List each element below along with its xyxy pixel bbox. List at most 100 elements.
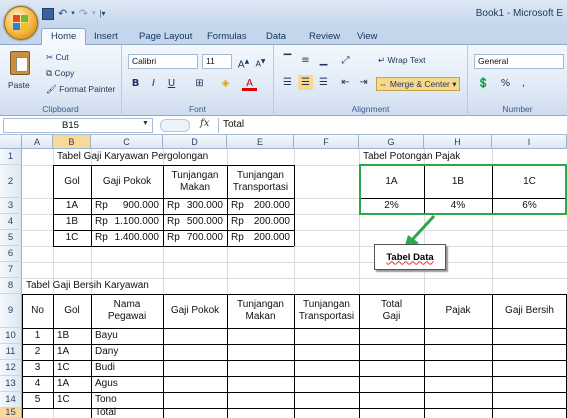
paste-label: Paste xyxy=(8,80,30,90)
row-header-14[interactable]: 14 xyxy=(0,392,22,408)
paste-button[interactable]: Paste xyxy=(6,49,36,99)
format-painter-button[interactable]: 🖌 Format Painter xyxy=(46,83,115,95)
formula-expand-icon[interactable] xyxy=(160,119,190,132)
merge-center-label: Merge & Center xyxy=(389,79,450,89)
col-header-h[interactable]: H xyxy=(424,135,492,149)
select-all-corner[interactable] xyxy=(0,135,22,149)
row-header-8[interactable]: 8 xyxy=(0,278,22,294)
currency-label: Rp xyxy=(231,200,244,211)
col-header-i[interactable]: I xyxy=(492,135,567,149)
t2-gol: 1A xyxy=(57,378,70,389)
pajak-table-title: Tabel Potongan Pajak xyxy=(363,151,461,162)
wrap-text-button[interactable]: ↵ Wrap Text xyxy=(378,54,425,66)
tab-view[interactable]: View xyxy=(357,29,377,45)
underline-button[interactable]: U xyxy=(164,76,179,91)
shrink-font-icon[interactable]: A▼ xyxy=(253,54,268,69)
row-header-1[interactable]: 1 xyxy=(0,149,22,165)
row-header-11[interactable]: 11 xyxy=(0,344,22,360)
row-header-13[interactable]: 13 xyxy=(0,376,22,392)
tab-page-layout[interactable]: Page Layout xyxy=(139,29,192,45)
row-header-3[interactable]: 3 xyxy=(0,198,22,214)
pajak-value: 6% xyxy=(522,200,537,211)
row-header-2[interactable]: 2 xyxy=(0,165,22,198)
t2-header-total: Total Gaji xyxy=(380,299,403,322)
italic-button[interactable]: I xyxy=(146,76,161,91)
format-painter-label: Format Painter xyxy=(59,84,116,94)
currency-label: Rp xyxy=(231,232,244,243)
undo-dropdown-icon[interactable]: ▾ xyxy=(71,8,75,20)
t2-no: 4 xyxy=(34,378,41,389)
font-size-select[interactable]: 11 xyxy=(202,54,232,69)
row-header-4[interactable]: 4 xyxy=(0,214,22,230)
t2-header-gaji: Gaji Pokok xyxy=(170,305,220,316)
formula-input[interactable]: Total xyxy=(218,118,567,133)
currency-label: Rp xyxy=(95,232,108,243)
align-center-icon[interactable]: ☰ xyxy=(298,75,313,90)
font-color-icon[interactable]: A xyxy=(242,76,257,91)
amount: 700.000 xyxy=(186,232,223,243)
pajak-header: 1C xyxy=(523,175,536,187)
amount: 1.100.000 xyxy=(114,216,160,227)
office-logo-icon xyxy=(13,15,29,31)
comma-style-icon[interactable]: , xyxy=(516,76,531,91)
orientation-icon[interactable]: ⤢ xyxy=(338,53,353,68)
number-format-select[interactable]: General xyxy=(474,54,564,69)
worksheet-grid[interactable]: A B C D E F G H I 1 2 3 4 5 6 7 8 9 10 1… xyxy=(0,135,567,418)
t1-trans: Rp 200.000 xyxy=(227,230,294,246)
insert-function-button[interactable]: fx xyxy=(200,118,209,129)
decrease-indent-icon[interactable]: ⇤ xyxy=(338,75,353,90)
name-box[interactable]: B15 xyxy=(3,118,153,133)
clipboard-group-label: Clipboard xyxy=(42,104,79,114)
redo-icon[interactable]: ↷ xyxy=(79,8,88,20)
align-left-icon[interactable]: ☰ xyxy=(280,75,295,90)
row-header-9[interactable]: 9 xyxy=(0,294,22,328)
clipboard-group: Paste ✂ Cut ⧉ Copy 🖌 Format Painter Clip… xyxy=(0,45,122,116)
undo-icon[interactable]: ↶ xyxy=(58,8,67,20)
col-header-c[interactable]: C xyxy=(91,135,163,149)
customize-qat-icon[interactable]: |▾ xyxy=(99,8,105,20)
col-header-d[interactable]: D xyxy=(163,135,227,149)
increase-indent-icon[interactable]: ⇥ xyxy=(356,75,371,90)
col-header-f[interactable]: F xyxy=(294,135,359,149)
copy-button[interactable]: ⧉ Copy xyxy=(46,67,74,79)
row-header-12[interactable]: 12 xyxy=(0,360,22,376)
fill-color-icon[interactable]: ◈ xyxy=(218,76,233,91)
tab-review[interactable]: Review xyxy=(309,29,340,45)
row-header-7[interactable]: 7 xyxy=(0,262,22,278)
align-right-icon[interactable]: ☰ xyxy=(316,75,331,90)
row-header-5[interactable]: 5 xyxy=(0,230,22,246)
tab-data[interactable]: Data xyxy=(266,29,286,45)
col-header-g[interactable]: G xyxy=(359,135,424,149)
name-box-dropdown-icon[interactable]: ▼ xyxy=(142,120,149,127)
redo-dropdown-icon[interactable]: ▾ xyxy=(92,8,96,20)
tabel-data-callout[interactable]: Tabel Data xyxy=(374,244,446,270)
grow-font-icon[interactable]: A▲ xyxy=(236,54,251,70)
row-header-6[interactable]: 6 xyxy=(0,246,22,262)
bold-button[interactable]: B xyxy=(128,76,143,91)
col-header-e[interactable]: E xyxy=(227,135,294,149)
align-top-icon[interactable]: ▔ xyxy=(280,53,295,68)
merge-center-button[interactable]: ⇔ Merge & Center ▾ xyxy=(376,77,460,91)
borders-icon[interactable]: ⊞ xyxy=(192,76,207,91)
save-icon[interactable] xyxy=(42,8,54,20)
t2-nama: Dany xyxy=(95,346,119,357)
percent-button[interactable]: % xyxy=(498,76,513,91)
row-header-15[interactable]: 15 xyxy=(0,407,22,418)
font-name-select[interactable]: Calibri xyxy=(128,54,198,69)
office-button[interactable] xyxy=(4,6,38,40)
tab-home[interactable]: Home xyxy=(41,28,87,46)
cut-button[interactable]: ✂ Cut xyxy=(46,51,69,63)
tab-insert[interactable]: Insert xyxy=(94,29,118,45)
align-middle-icon[interactable]: ≡ xyxy=(298,53,313,68)
amount: 900.000 xyxy=(122,200,159,211)
col-header-b[interactable]: B xyxy=(53,135,91,149)
align-bottom-icon[interactable]: ▁ xyxy=(316,53,331,68)
pajak-header: 1A xyxy=(385,175,398,187)
pajak-value: 2% xyxy=(384,200,399,211)
t2-no: 2 xyxy=(34,346,41,357)
tab-formulas[interactable]: Formulas xyxy=(207,29,247,45)
currency-icon[interactable]: 💲 xyxy=(476,76,491,91)
col-header-a[interactable]: A xyxy=(22,135,53,149)
row-header-10[interactable]: 10 xyxy=(0,328,22,344)
merge-icon: ⇔ xyxy=(379,79,390,89)
